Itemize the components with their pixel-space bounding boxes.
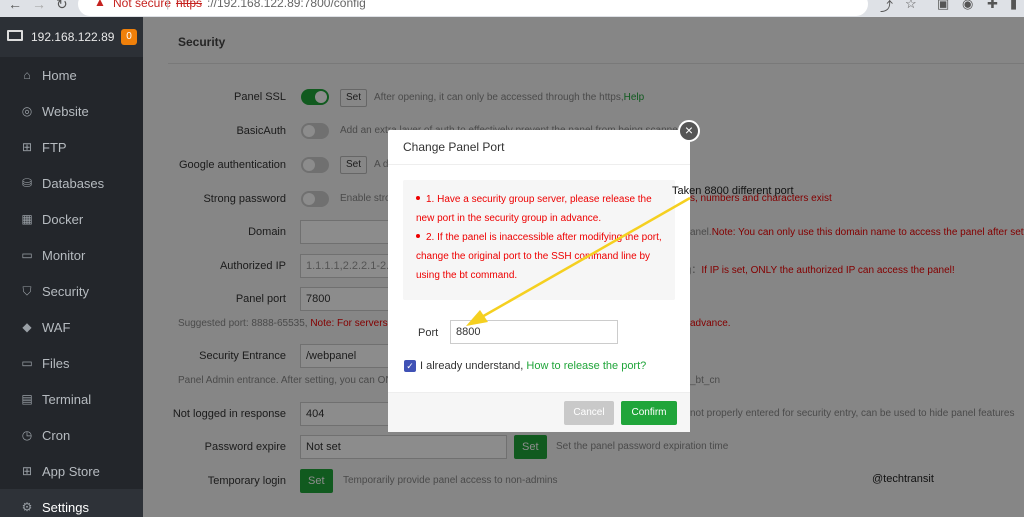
browser-toolbar: ← → ↻ ▲ Not secure | https ://192.168.12… [0, 0, 1024, 17]
sidebar-item-files[interactable]: ▭ Files [0, 345, 143, 381]
server-ip: 192.168.122.89 [31, 30, 115, 44]
sidebar-item-label: FTP [42, 140, 67, 155]
watermark: @techtransit [872, 473, 934, 485]
url-scheme: https [176, 0, 203, 10]
confirm-button[interactable]: Confirm [621, 401, 677, 425]
sidebar-item-security[interactable]: ⛉ Security [0, 273, 143, 309]
puzzle-icon[interactable]: ✚ [987, 0, 998, 12]
sidebar-item-label: WAF [42, 320, 71, 335]
dialog-divider [388, 164, 690, 165]
sidebar-item-label: Databases [42, 176, 105, 191]
sidebar-item-label: Cron [42, 428, 71, 443]
sidebar-item-settings[interactable]: ⚙ Settings [0, 489, 143, 517]
sidebar-item-label: Monitor [42, 248, 86, 263]
release-port-link[interactable]: How to release the port? [526, 360, 646, 372]
globe-icon: ◎ [21, 104, 33, 118]
sidebar-item-label: Home [42, 68, 77, 83]
profile-icon[interactable]: ▮ [1010, 0, 1017, 12]
sidebar-item-label: Security [42, 284, 89, 299]
sidebar-item-waf[interactable]: ◆ WAF [0, 309, 143, 345]
sidebar-item-label: App Store [42, 464, 100, 479]
gear-icon: ⚙ [21, 500, 33, 514]
database-icon: ⛁ [21, 176, 33, 190]
reload-icon[interactable]: ↻ [56, 0, 68, 13]
sidebar-item-label: Files [42, 356, 70, 371]
forward-icon[interactable]: → [32, 0, 46, 12]
notice-item: 1. Have a security group server, please … [416, 194, 652, 224]
waf-icon: ◆ [22, 320, 32, 334]
shield-icon: ⛉ [22, 284, 32, 298]
sidebar-item-label: Settings [42, 500, 89, 515]
dialog-notice: 1. Have a security group server, please … [403, 180, 675, 300]
monitor-icon [7, 30, 23, 41]
folder-icon: ▭ [21, 356, 33, 370]
understand-text: I already understand, How to release the… [420, 360, 647, 372]
sidebar-item-ftp[interactable]: ⊞ FTP [0, 129, 143, 165]
back-icon[interactable]: ← [8, 0, 22, 12]
sidebar-item-monitor[interactable]: ▭ Monitor [0, 237, 143, 273]
home-icon: ⌂ [23, 68, 31, 82]
sidebar-item-home[interactable]: ⌂ Home [0, 57, 143, 93]
docker-icon: ▦ [21, 212, 33, 226]
shield-ext-icon[interactable]: ◉ [962, 0, 973, 12]
sidebar-item-label: Docker [42, 212, 84, 227]
warning-icon: ▲ [94, 0, 106, 9]
notice-item: 2. If the panel is inaccessible after mo… [416, 232, 662, 281]
sidebar-item-terminal[interactable]: ▤ Terminal [0, 381, 143, 417]
url-separator: | [166, 0, 170, 10]
change-port-dialog: Change Panel Port × 1. Have a security g… [388, 120, 700, 432]
sidebar-item-label: Website [42, 104, 89, 119]
terminal-icon: ▤ [21, 392, 33, 406]
notification-badge[interactable]: 0 [121, 29, 137, 45]
sidebar-item-website[interactable]: ◎ Website [0, 93, 143, 129]
cancel-button[interactable]: Cancel [564, 401, 614, 425]
ftp-icon: ⊞ [21, 140, 33, 154]
dialog-title: Change Panel Port [403, 140, 505, 154]
clock-icon: ◷ [21, 428, 33, 442]
sidebar-item-databases[interactable]: ⛁ Databases [0, 165, 143, 201]
not-secure-label: Not secure [113, 0, 172, 10]
monitor-icon: ▭ [21, 248, 33, 262]
sidebar-item-app-store[interactable]: ⊞ App Store [0, 453, 143, 489]
port-label: Port [418, 327, 439, 339]
url-path: ://192.168.122.89:7800/config [207, 0, 366, 10]
port-input[interactable]: 8800 [450, 320, 618, 344]
annotation-text: Taken 8800 different port [672, 185, 794, 197]
server-header: 192.168.122.89 0 [0, 17, 143, 57]
close-icon[interactable]: × [678, 120, 700, 142]
sidebar: 192.168.122.89 0 ⌂ Home ◎ Website ⊞ FTP ⛁ Da… [0, 17, 143, 517]
sidebar-item-label: Terminal [42, 392, 92, 407]
dialog-footer: Cancel Confirm [388, 392, 690, 432]
understand-checkbox[interactable]: ✓ [404, 360, 416, 372]
grid-icon: ⊞ [21, 464, 33, 478]
share-icon[interactable]: ⤴ [880, 0, 893, 15]
extension-icon[interactable]: ▣ [937, 0, 949, 12]
star-icon[interactable]: ☆ [905, 0, 917, 12]
sidebar-item-docker[interactable]: ▦ Docker [0, 201, 143, 237]
sidebar-item-cron[interactable]: ◷ Cron [0, 417, 143, 453]
